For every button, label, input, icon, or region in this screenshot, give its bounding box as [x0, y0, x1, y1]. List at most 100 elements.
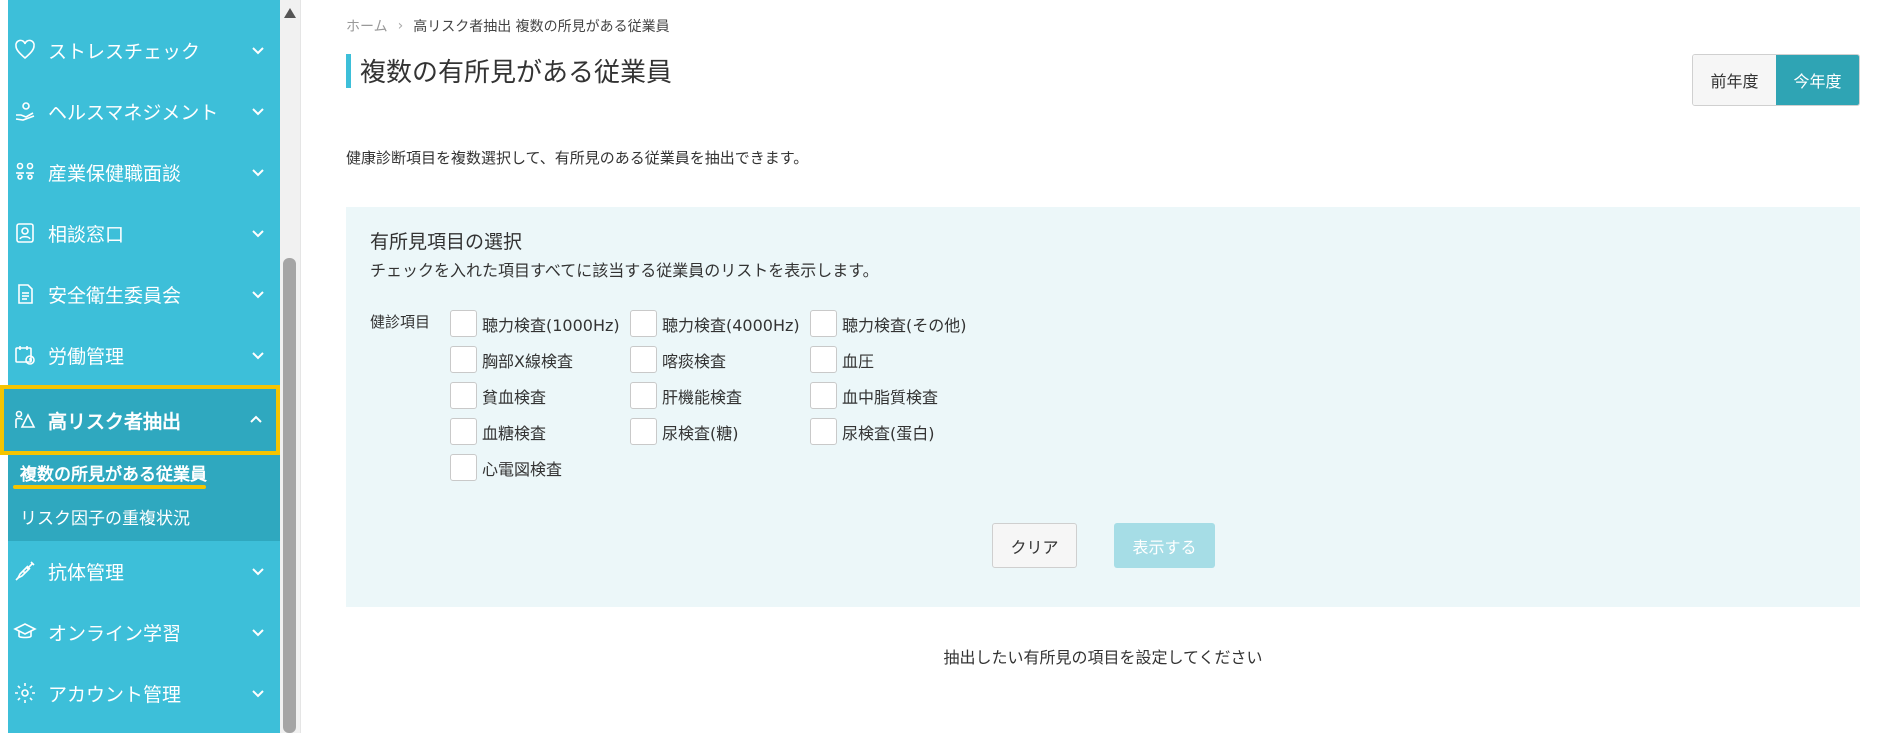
year-toggle: 前年度 今年度 — [1692, 54, 1860, 106]
checkbox-box[interactable] — [810, 346, 837, 373]
checkbox-box[interactable] — [450, 418, 477, 445]
checkbox-urine-sugar[interactable]: 尿検査(糖) — [630, 418, 739, 445]
checkbox-hearing-4000hz[interactable]: 聴力検査(4000Hz) — [630, 310, 800, 337]
breadcrumb-home[interactable]: ホーム — [346, 16, 388, 36]
chevron-down-icon — [248, 101, 268, 121]
checkbox-urine-protein[interactable]: 尿検査(蛋白) — [810, 418, 935, 445]
breadcrumb: ホーム › 高リスク者抽出 複数の所見がある従業員 — [346, 16, 670, 36]
sidebar-item-health-management[interactable]: ヘルスマネジメント — [8, 81, 280, 141]
checkbox-label: 聴力検査(1000Hz) — [482, 315, 620, 335]
checkbox-box[interactable] — [450, 346, 477, 373]
gear-icon — [12, 680, 38, 706]
chevron-down-icon — [248, 223, 268, 243]
sidebar-item-label: 労働管理 — [48, 345, 125, 368]
checkbox-label: 貧血検査 — [482, 387, 547, 407]
current-year-button[interactable]: 今年度 — [1776, 55, 1859, 105]
sidebar-item-stress-check[interactable]: ストレスチェック — [8, 20, 280, 80]
sidebar-item-label: ストレスチェック — [48, 40, 201, 63]
people-icon — [12, 159, 38, 185]
sidebar-item-label: 産業保健職面談 — [48, 162, 182, 185]
checkbox-blood-sugar[interactable]: 血糖検査 — [450, 418, 546, 445]
sidebar-item-antibody[interactable]: 抗体管理 — [8, 541, 280, 601]
sidebar-item-consultation[interactable]: 相談窓口 — [8, 203, 280, 263]
sidebar-item-label: ヘルスマネジメント — [48, 101, 219, 124]
page-title: 複数の有所見がある従業員 — [360, 58, 673, 88]
submenu-item-multiple-findings[interactable]: 複数の所見がある従業員 — [20, 460, 207, 485]
sidebar-item-high-risk-extraction[interactable]: 高リスク者抽出 — [0, 385, 280, 455]
checkbox-hearing-1000hz[interactable]: 聴力検査(1000Hz) — [450, 310, 620, 337]
sidebar-item-labor-management[interactable]: 労働管理 — [8, 325, 280, 385]
sidebar-item-label: 相談窓口 — [48, 223, 125, 246]
checkbox-anemia[interactable]: 貧血検査 — [450, 382, 546, 409]
current-underline — [13, 485, 206, 489]
risk-person-icon — [12, 407, 38, 433]
chevron-up-icon — [246, 410, 266, 430]
sidebar-item-safety-committee[interactable]: 安全衛生委員会 — [8, 264, 280, 324]
panel-title: 有所見項目の選択 — [370, 231, 523, 253]
findings-selection-panel: 有所見項目の選択 チェックを入れた項目すべてに該当する従業員のリストを表示します… — [346, 207, 1860, 607]
chevron-down-icon — [248, 284, 268, 304]
panel-subtitle: チェックを入れた項目すべてに該当する従業員のリストを表示します。 — [370, 261, 879, 280]
scroll-thumb[interactable] — [283, 258, 296, 733]
checkbox-label: 尿検査(蛋白) — [842, 423, 935, 443]
checkbox-box[interactable] — [450, 382, 477, 409]
submenu-item-risk-factor-overlap[interactable]: リスク因子の重複状況 — [20, 504, 190, 529]
checkbox-blood-lipids[interactable]: 血中脂質検査 — [810, 382, 938, 409]
checkbox-label: 胸部X線検査 — [482, 351, 573, 371]
breadcrumb-separator: › — [397, 18, 404, 34]
checkbox-box[interactable] — [630, 418, 657, 445]
chevron-down-icon — [248, 162, 268, 182]
clear-button[interactable]: クリア — [992, 523, 1077, 568]
sidebar-edge — [0, 0, 8, 733]
checkbox-label: 喀痰検査 — [662, 351, 727, 371]
checkbox-label: 血糖検査 — [482, 423, 547, 443]
chevron-down-icon — [248, 683, 268, 703]
sidebar-item-label: 高リスク者抽出 — [48, 410, 182, 433]
page-title-accent — [346, 54, 351, 88]
checkbox-label: 尿検査(糖) — [662, 423, 739, 443]
document-icon — [12, 281, 38, 307]
sidebar-item-occupational-interview[interactable]: 産業保健職面談 — [8, 142, 280, 202]
checkbox-hearing-other[interactable]: 聴力検査(その他) — [810, 310, 967, 337]
sidebar-item-label: 抗体管理 — [48, 561, 125, 584]
chevron-down-icon — [248, 345, 268, 365]
sidebar-item-label: オンライン学習 — [48, 622, 182, 645]
checkbox-ecg[interactable]: 心電図検査 — [450, 454, 562, 481]
checkbox-box[interactable] — [450, 310, 477, 337]
checkbox-label: 血中脂質検査 — [842, 387, 939, 407]
checkbox-blood-pressure[interactable]: 血圧 — [810, 346, 874, 373]
show-button[interactable]: 表示する — [1114, 523, 1215, 568]
empty-state-message: 抽出したい有所見の項目を設定してください — [943, 648, 1263, 667]
sidebar-item-label: アカウント管理 — [48, 683, 182, 706]
hand-care-icon — [12, 98, 38, 124]
scroll-up-arrow[interactable] — [284, 8, 296, 18]
checkbox-label: 血圧 — [842, 351, 875, 371]
checkbox-box[interactable] — [630, 382, 657, 409]
checkbox-label: 聴力検査(4000Hz) — [662, 315, 800, 335]
breadcrumb-current: 高リスク者抽出 複数の所見がある従業員 — [413, 19, 670, 35]
checkbox-box[interactable] — [810, 418, 837, 445]
sidebar: ストレスチェック ヘルスマネジメント 産業保健職面談 相談窓口 安全衛生委員会 — [0, 0, 280, 733]
checkbox-box[interactable] — [450, 454, 477, 481]
checkbox-box[interactable] — [810, 382, 837, 409]
sidebar-item-account[interactable]: アカウント管理 — [8, 663, 280, 723]
content-divider — [300, 0, 301, 733]
chevron-down-icon — [248, 40, 268, 60]
chevron-down-icon — [248, 561, 268, 581]
checkbox-chest-xray[interactable]: 胸部X線検査 — [450, 346, 573, 373]
chevron-down-icon — [248, 622, 268, 642]
checkbox-liver-function[interactable]: 肝機能検査 — [630, 382, 742, 409]
checkbox-box[interactable] — [630, 310, 657, 337]
sidebar-scrollbar[interactable] — [280, 0, 300, 733]
sidebar-item-online-learning[interactable]: オンライン学習 — [8, 602, 280, 662]
checkbox-label: 聴力検査(その他) — [842, 315, 967, 335]
checkbox-box[interactable] — [810, 310, 837, 337]
user-card-icon — [12, 220, 38, 246]
checkbox-box[interactable] — [630, 346, 657, 373]
sidebar-item-label: 安全衛生委員会 — [48, 284, 182, 307]
checkbox-sputum[interactable]: 喀痰検査 — [630, 346, 726, 373]
graduation-cap-icon — [12, 619, 38, 645]
previous-year-button[interactable]: 前年度 — [1693, 55, 1776, 105]
syringe-icon — [12, 558, 38, 584]
heart-icon — [12, 37, 38, 63]
